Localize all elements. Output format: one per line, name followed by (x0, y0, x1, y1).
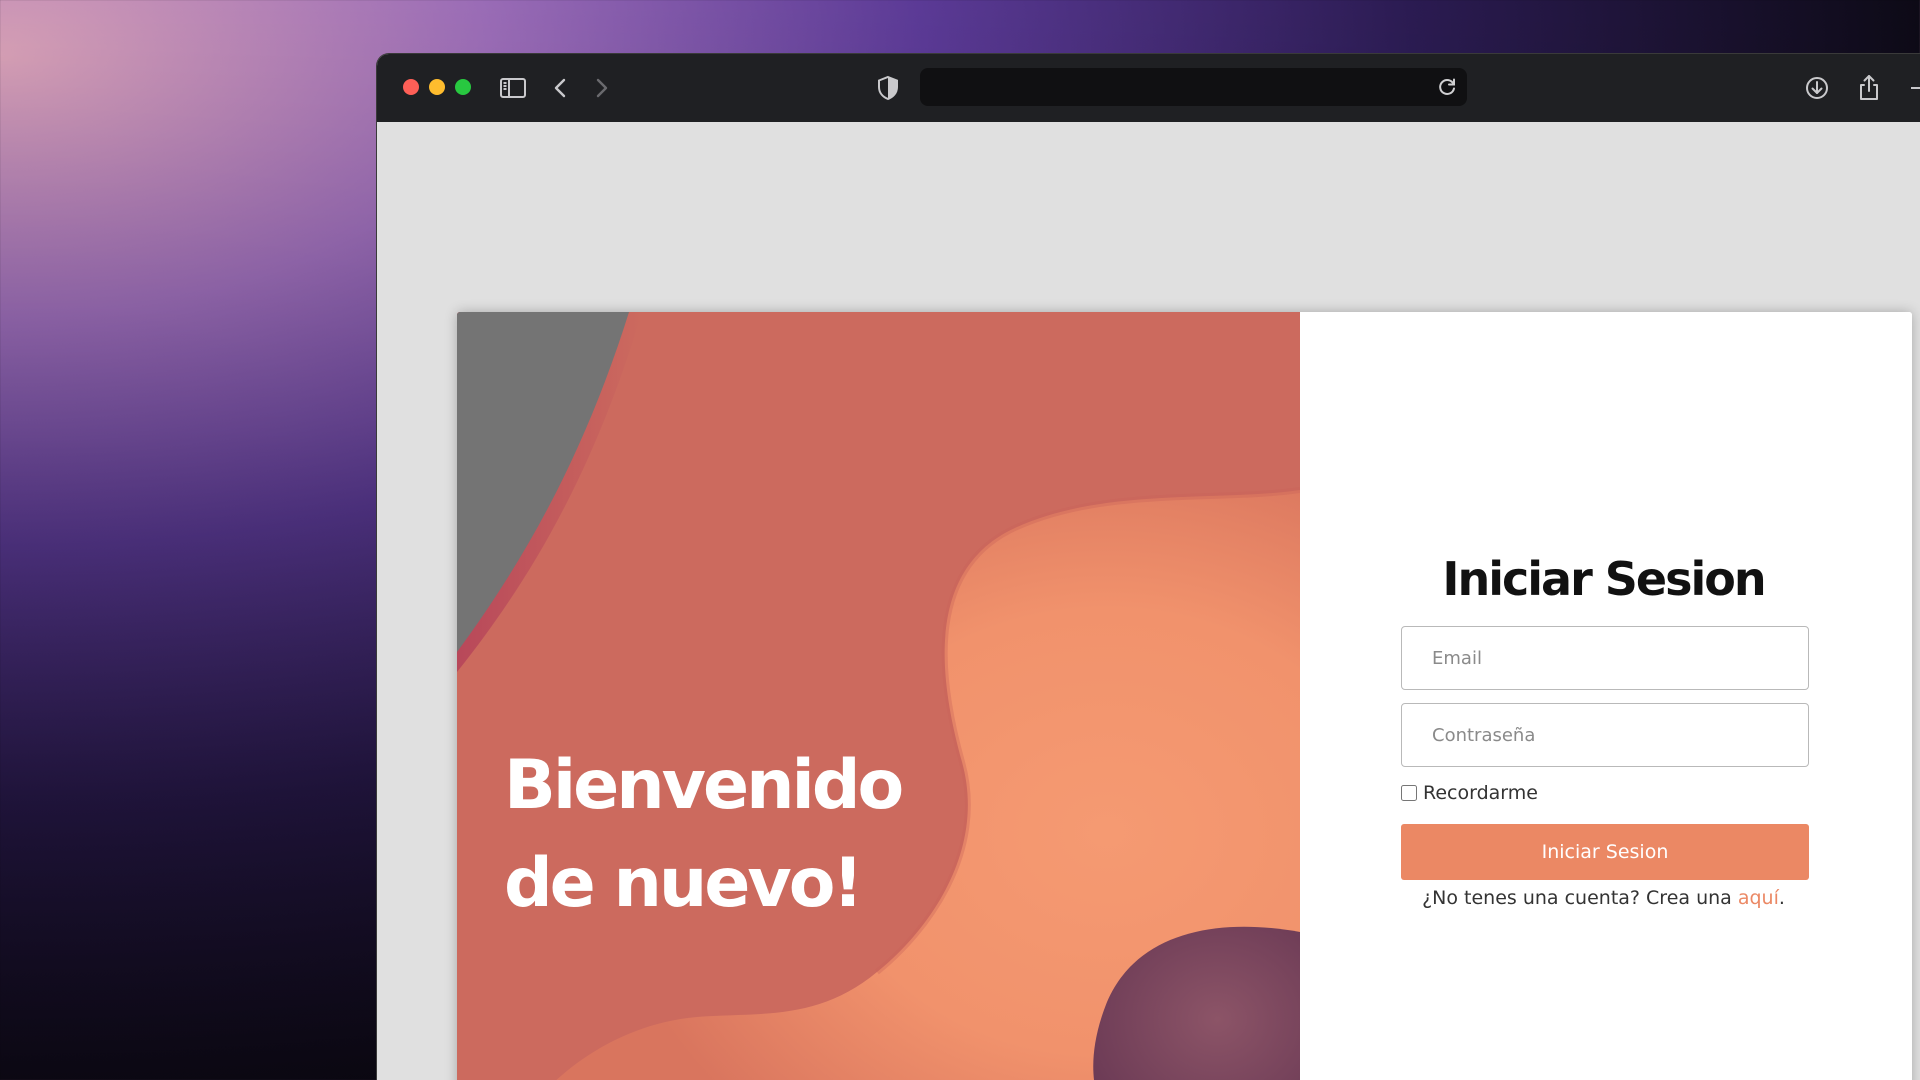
reload-icon[interactable] (1435, 75, 1459, 99)
zoom-window-button[interactable] (455, 79, 471, 95)
hero-title-line-1: Bienvenido (504, 746, 904, 825)
browser-window: Bienvenido de nuevo! Iniciar Sesion Reco… (377, 54, 1920, 1080)
login-card: Bienvenido de nuevo! Iniciar Sesion Reco… (457, 312, 1912, 1080)
signup-prompt: ¿No tenes una cuenta? Crea una aquí. (1300, 887, 1907, 909)
minimize-window-button[interactable] (429, 79, 445, 95)
browser-toolbar (377, 54, 1920, 123)
hero-title: Bienvenido de nuevo! (504, 737, 1104, 933)
chevron-right-icon[interactable] (585, 72, 617, 104)
login-title: Iniciar Sesion (1442, 552, 1766, 606)
share-icon[interactable] (1853, 72, 1885, 104)
download-icon[interactable] (1801, 72, 1833, 104)
email-field[interactable] (1401, 626, 1809, 690)
remember-me-label: Recordarme (1423, 782, 1538, 804)
hero-wave-background (457, 312, 1300, 1080)
shield-icon[interactable] (872, 72, 904, 104)
hero-panel: Bienvenido de nuevo! (457, 312, 1300, 1080)
signup-link[interactable]: aquí (1738, 887, 1779, 909)
login-form-panel: Iniciar Sesion Recordarme Iniciar Sesion… (1300, 312, 1912, 1080)
sidebar-icon[interactable] (497, 72, 529, 104)
chevron-left-icon[interactable] (545, 72, 577, 104)
web-page: Bienvenido de nuevo! Iniciar Sesion Reco… (377, 122, 1920, 1080)
hero-title-line-2: de nuevo! (504, 844, 863, 923)
signup-prompt-text: ¿No tenes una cuenta? Crea una (1422, 887, 1738, 909)
signup-prompt-suffix: . (1778, 887, 1785, 909)
close-window-button[interactable] (403, 79, 419, 95)
new-tab-icon[interactable] (1911, 87, 1920, 89)
remember-me-checkbox[interactable] (1401, 785, 1417, 801)
login-button[interactable]: Iniciar Sesion (1401, 824, 1809, 880)
remember-me[interactable]: Recordarme (1401, 780, 1538, 806)
address-bar[interactable] (920, 68, 1467, 106)
password-field[interactable] (1401, 703, 1809, 767)
